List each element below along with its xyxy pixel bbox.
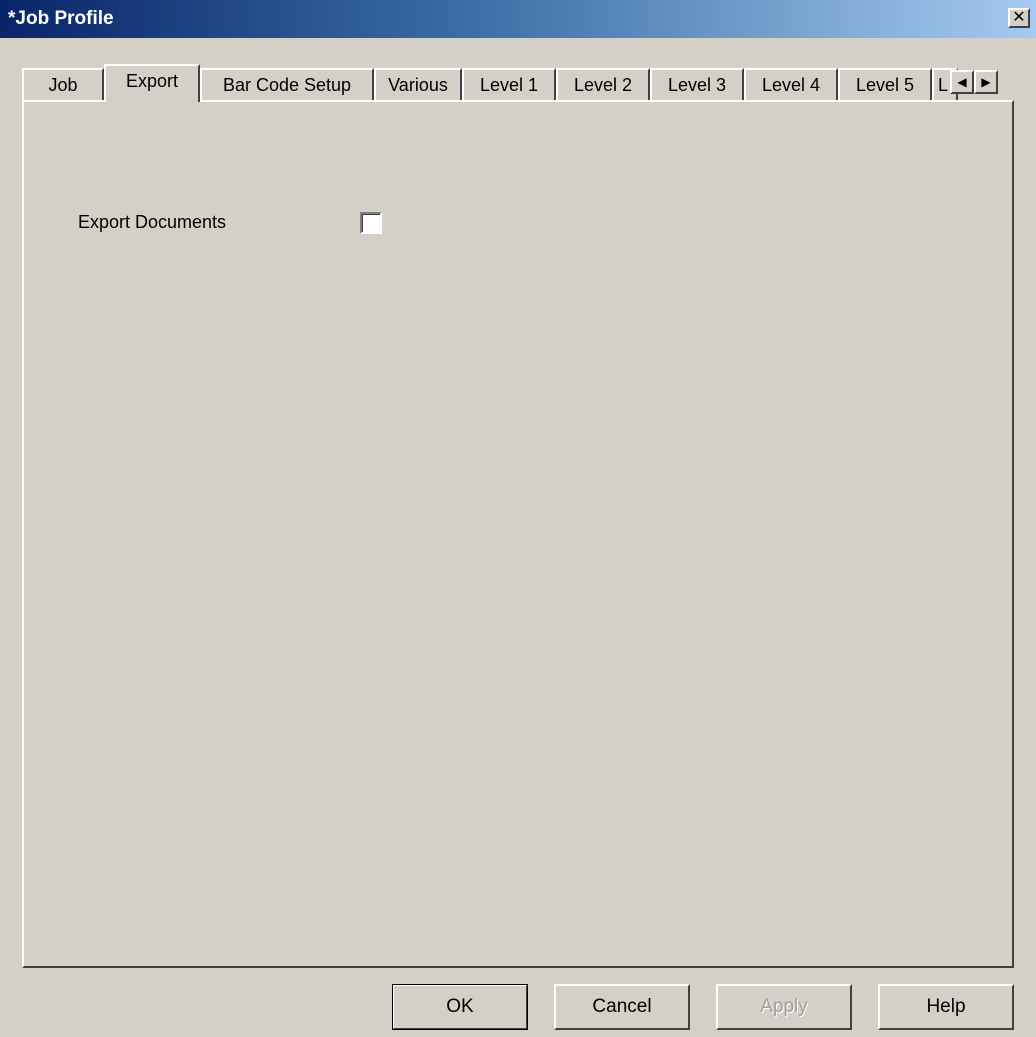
title-bar: *Job Profile ✕: [0, 0, 1036, 38]
close-button[interactable]: ✕: [1008, 8, 1030, 28]
tab-strip: Job Export Bar Code Setup Various Level …: [22, 64, 1012, 102]
tab-bar-code-setup[interactable]: Bar Code Setup: [200, 68, 374, 100]
tab-level-5[interactable]: Level 5: [838, 68, 932, 100]
tab-scroll-arrows: ◀ ▶: [950, 70, 998, 94]
tab-export[interactable]: Export: [104, 64, 200, 102]
window-title: *Job Profile: [8, 8, 114, 29]
tab-level-3[interactable]: Level 3: [650, 68, 744, 100]
help-button[interactable]: Help: [878, 984, 1014, 1030]
close-icon: ✕: [1012, 9, 1026, 26]
export-documents-checkbox[interactable]: [360, 212, 382, 234]
tab-level-2[interactable]: Level 2: [556, 68, 650, 100]
tab-various[interactable]: Various: [374, 68, 462, 100]
ok-button[interactable]: OK: [392, 984, 528, 1030]
tab-level-1[interactable]: Level 1: [462, 68, 556, 100]
cancel-button[interactable]: Cancel: [554, 984, 690, 1030]
tab-job[interactable]: Job: [22, 68, 104, 100]
arrow-left-icon: ◀: [957, 75, 967, 89]
export-tab-panel: Export Documents: [22, 100, 1014, 968]
tab-level-4[interactable]: Level 4: [744, 68, 838, 100]
export-documents-label: Export Documents: [78, 212, 227, 232]
tab-scroll-right-button[interactable]: ▶: [974, 70, 998, 94]
apply-button[interactable]: Apply: [716, 984, 852, 1030]
tab-scroll-left-button[interactable]: ◀: [950, 70, 974, 94]
arrow-right-icon: ▶: [981, 75, 991, 89]
